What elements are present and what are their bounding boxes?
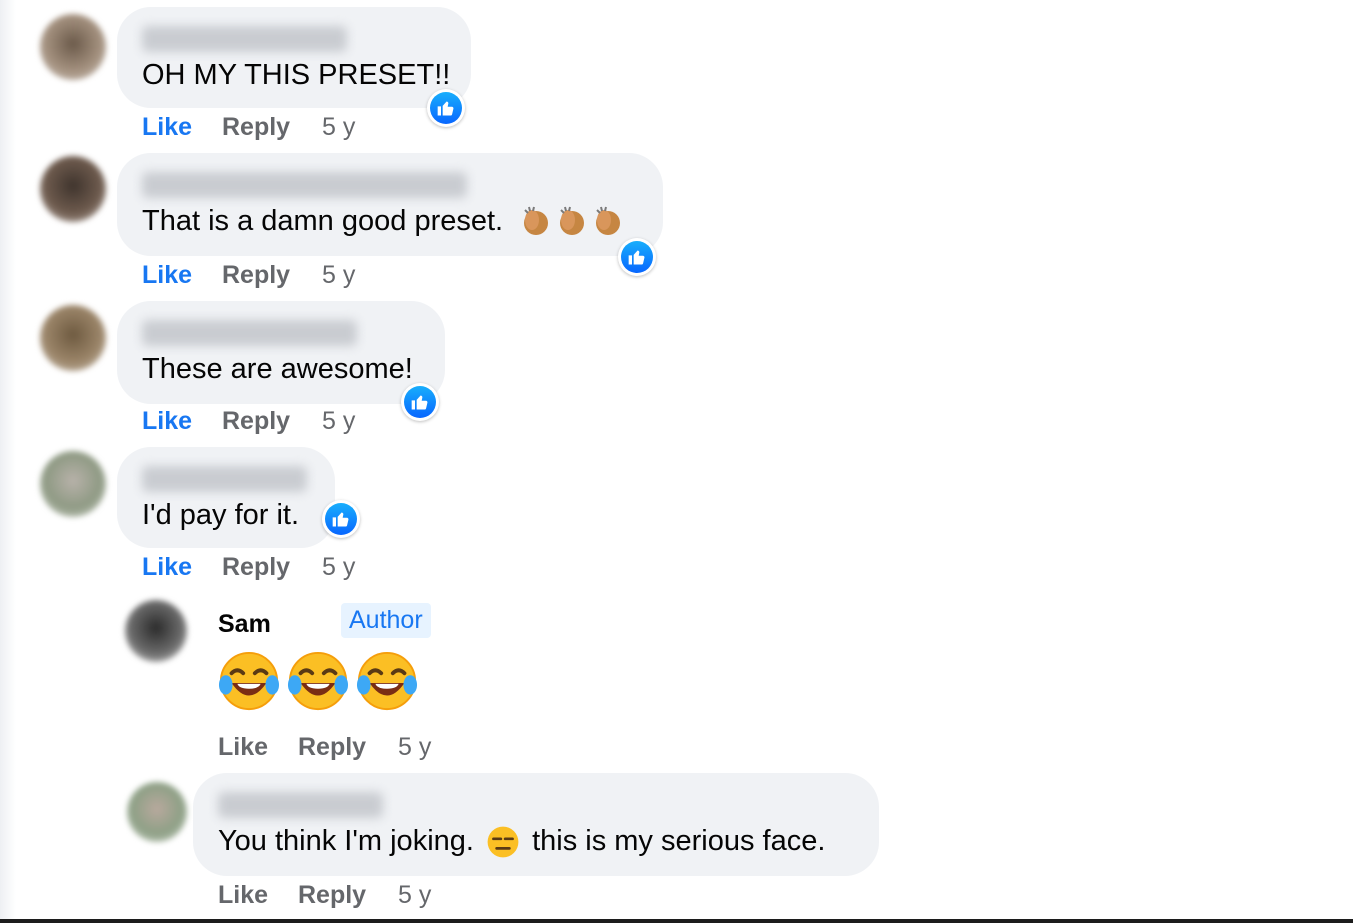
like-button[interactable]: Like [142, 112, 192, 142]
comment-text: OH MY THIS PRESET!! [142, 59, 451, 91]
comment-text: That is a damn good preset. [142, 203, 629, 239]
avatar[interactable] [40, 451, 106, 517]
avatar[interactable] [127, 782, 187, 842]
thumbs-up-icon[interactable] [322, 500, 360, 538]
thumbs-up-icon[interactable] [618, 238, 656, 276]
blurred-commenter-name[interactable] [142, 26, 347, 52]
tears-of-joy-icon [287, 651, 349, 711]
blurred-commenter-name[interactable] [142, 172, 467, 198]
comment-text: You think I'm joking. this is my serious… [218, 823, 825, 859]
avatar[interactable] [40, 14, 106, 80]
timestamp[interactable]: 5 y [322, 260, 355, 290]
thumbs-up-icon[interactable] [401, 383, 439, 421]
comment-text-after: this is my serious face. [532, 825, 826, 857]
bottom-border [0, 919, 1353, 923]
reply-button[interactable]: Reply [222, 260, 290, 290]
timestamp[interactable]: 5 y [398, 880, 431, 910]
left-edge-shadow [0, 0, 16, 923]
tears-of-joy-icon [356, 651, 418, 711]
comment-text: I'd pay for it. [142, 499, 300, 531]
clapping-hands-icon [519, 203, 629, 239]
avatar[interactable] [40, 156, 106, 222]
like-button[interactable]: Like [142, 260, 192, 290]
comment-text-content: That is a damn good preset. [142, 205, 504, 237]
reply-button[interactable]: Reply [222, 552, 290, 582]
reply-button[interactable]: Reply [298, 732, 366, 762]
like-button[interactable]: Like [218, 880, 268, 910]
like-button[interactable]: Like [142, 552, 192, 582]
timestamp[interactable]: 5 y [322, 112, 355, 142]
blurred-commenter-name[interactable] [218, 792, 383, 818]
blurred-commenter-name[interactable] [142, 466, 307, 492]
comment-text-before: You think I'm joking. [218, 825, 474, 857]
like-button[interactable]: Like [218, 732, 268, 762]
reply-button[interactable]: Reply [298, 880, 366, 910]
timestamp[interactable]: 5 y [398, 732, 431, 762]
avatar[interactable] [40, 305, 106, 371]
expressionless-face-icon [487, 826, 519, 858]
tears-of-joy-icon [218, 651, 280, 711]
timestamp[interactable]: 5 y [322, 406, 355, 436]
thumbs-up-icon[interactable] [427, 89, 465, 127]
comment-text: These are awesome! [142, 353, 413, 385]
blurred-commenter-name[interactable] [142, 320, 357, 346]
avatar[interactable] [125, 600, 187, 662]
like-button[interactable]: Like [142, 406, 192, 436]
timestamp[interactable]: 5 y [322, 552, 355, 582]
author-badge: Author [341, 603, 431, 638]
reply-button[interactable]: Reply [222, 112, 290, 142]
author-name[interactable]: Sam [218, 610, 271, 639]
reply-button[interactable]: Reply [222, 406, 290, 436]
